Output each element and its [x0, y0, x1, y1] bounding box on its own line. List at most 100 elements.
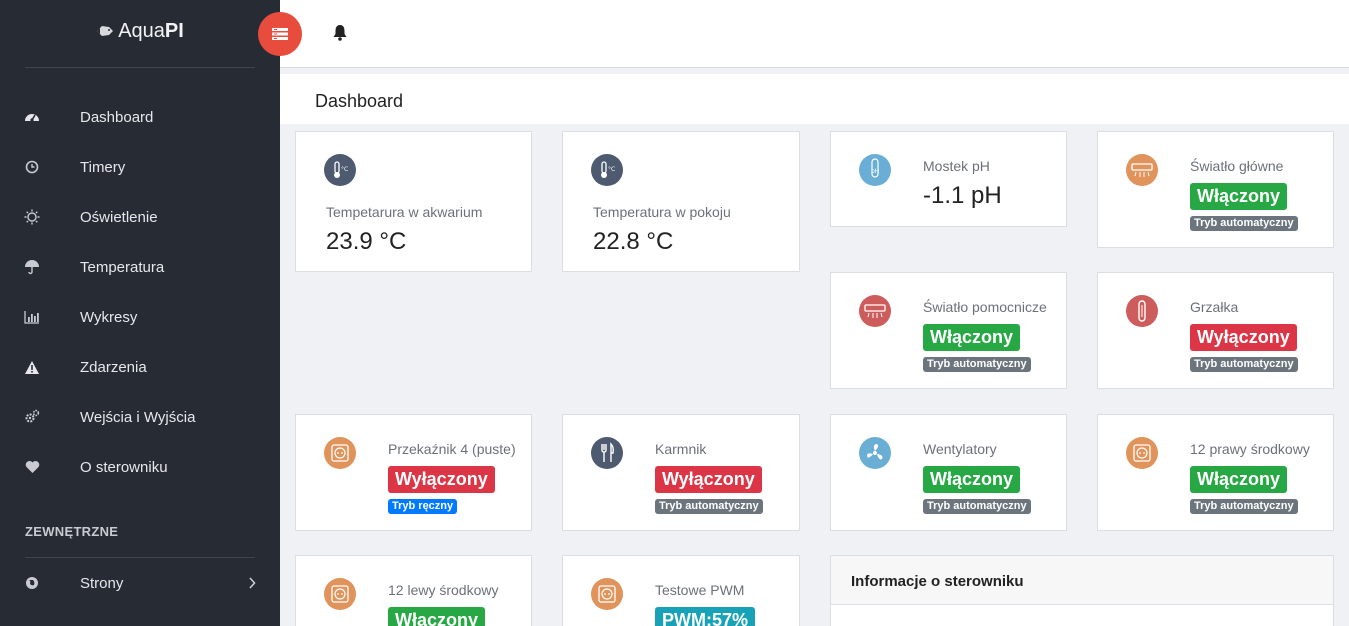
mode-badge: Tryb ręczny — [388, 499, 458, 514]
sidebar-item-dashboard[interactable]: Dashboard — [0, 92, 280, 142]
sidebar-item-oswietlenie[interactable]: Oświetlenie — [0, 192, 280, 242]
section-title-external: ZEWNĘTRZNE — [25, 524, 119, 539]
card-label: Karmnik — [655, 441, 707, 457]
card-label: Temperatura w pokoju — [593, 204, 731, 220]
sidebar-item-wejscia-wyjscia[interactable]: Wejścia i Wyjścia — [0, 392, 280, 442]
sidebar-item-zdarzenia[interactable]: Zdarzenia — [0, 342, 280, 392]
card-label: Światło główne — [1190, 158, 1284, 174]
card-label: Tempetarura w akwarium — [326, 204, 483, 220]
topbar — [258, 0, 1349, 68]
status-badge: PWM:57% — [655, 607, 756, 626]
svg-text:°C: °C — [341, 166, 348, 173]
brand-name: AquaPI — [118, 19, 184, 42]
card-temp-room[interactable]: °C Temperatura w pokoju 22.8 °C — [562, 131, 800, 272]
status-badge: Włączony — [1190, 183, 1288, 210]
sidebar-item-label: Wykresy — [80, 308, 138, 326]
status-badge: Włączony — [923, 466, 1021, 493]
sidebar-item-label: Oświetlenie — [80, 208, 158, 226]
menu-toggle-icon — [272, 28, 288, 40]
card-ph[interactable]: pH Mostek pH -1.1 pH — [830, 131, 1067, 227]
sidebar-item-o-sterowniku[interactable]: O sterowniku — [0, 442, 280, 492]
socket-icon — [1126, 437, 1158, 469]
card-value: -1.1 pH — [923, 182, 1002, 209]
cogs-icon — [24, 409, 40, 425]
socket-icon — [591, 578, 623, 610]
lamp-icon — [859, 295, 891, 327]
svg-text:°C: °C — [608, 166, 615, 173]
mode-badge: Tryb automatyczny — [1190, 357, 1298, 372]
sidebar-item-timery[interactable]: Timery — [0, 142, 280, 192]
card-label: Testowe PWM — [655, 582, 745, 598]
sidebar-nav: Dashboard Timery Oświetlenie Temperatura… — [0, 92, 280, 492]
mode-badge: Tryb automatyczny — [655, 499, 763, 514]
card-label: Grzałka — [1190, 299, 1239, 315]
fish-logo-icon — [97, 26, 114, 36]
status-badge: Włączony — [1190, 466, 1288, 493]
status-badge: Włączony — [923, 324, 1021, 351]
socket-icon — [324, 578, 356, 610]
lamp-icon — [1126, 154, 1158, 186]
card-feeder[interactable]: Karmnik Wyłączony Tryb automatyczny — [562, 414, 800, 531]
clock-icon — [24, 159, 40, 175]
sidebar-item-label: Wejścia i Wyjścia — [80, 408, 196, 426]
sidebar-item-wykresy[interactable]: Wykresy — [0, 292, 280, 342]
heart-icon — [24, 459, 40, 475]
page-header: Dashboard — [280, 74, 1349, 124]
card-temp-aquarium[interactable]: °C Tempetarura w akwarium 23.9 °C — [295, 131, 532, 272]
status-badge: Włączony — [388, 607, 486, 626]
thermometer-icon: °C — [591, 154, 623, 186]
sidebar-item-temperatura[interactable]: Temperatura — [0, 242, 280, 292]
card-right12[interactable]: 12 prawy środkowy Włączony Tryb automaty… — [1097, 414, 1334, 531]
heater-icon — [1126, 295, 1158, 327]
status-badge: Wyłączony — [1190, 324, 1297, 351]
card-label: Światło pomocnicze — [923, 299, 1047, 315]
card-label: 12 prawy środkowy — [1190, 441, 1310, 457]
page-title: Dashboard — [315, 91, 404, 111]
card-label: Wentylatory — [923, 441, 997, 457]
warning-icon — [24, 359, 40, 375]
gauge-icon — [24, 109, 40, 125]
card-label: Przekaźnik 4 (puste) — [388, 441, 516, 457]
sidebar-item-label: O sterowniku — [80, 458, 168, 476]
sidebar-item-strony[interactable]: Strony — [0, 558, 280, 608]
sidebar-item-label: Timery — [80, 158, 126, 176]
card-left12[interactable]: 12 lewy środkowy Włączony — [295, 555, 532, 626]
card-pwm-test[interactable]: Testowe PWM PWM:57% — [562, 555, 800, 626]
mode-badge: Tryb automatyczny — [923, 357, 1031, 372]
ph-probe-icon: pH — [859, 154, 891, 186]
brand-logo[interactable]: AquaPI — [0, 0, 280, 68]
umbrella-icon — [24, 259, 40, 275]
card-value: 22.8 °C — [593, 228, 674, 255]
thermometer-icon: °C — [324, 154, 356, 186]
sidebar: AquaPI Dashboard Timery Oświetlenie Temp… — [0, 0, 280, 626]
mode-badge: Tryb automatyczny — [923, 499, 1031, 514]
status-badge: Wyłączony — [388, 466, 495, 493]
socket-icon — [324, 437, 356, 469]
sidebar-external-nav: Strony — [0, 558, 280, 608]
card-value: 23.9 °C — [326, 228, 407, 255]
bar-chart-icon — [24, 309, 40, 325]
card-label: Mostek pH — [923, 158, 990, 174]
card-aux-light[interactable]: Światło pomocnicze Włączony Tryb automat… — [830, 272, 1067, 389]
controller-info-title: Informacje o sterowniku — [831, 556, 1333, 605]
svg-text:pH: pH — [871, 168, 879, 175]
mode-badge: Tryb automatyczny — [1190, 216, 1298, 231]
sidebar-item-label: Zdarzenia — [80, 358, 147, 376]
cutlery-icon — [591, 437, 623, 469]
globe-icon — [24, 575, 40, 591]
sun-icon — [24, 209, 40, 225]
card-fans[interactable]: Wentylatory Włączony Tryb automatyczny — [830, 414, 1067, 531]
card-heater[interactable]: Grzałka Wyłączony Tryb automatyczny — [1097, 272, 1334, 389]
card-main-light[interactable]: Światło główne Włączony Tryb automatyczn… — [1097, 131, 1334, 248]
status-badge: Wyłączony — [655, 466, 762, 493]
sidebar-item-label: Dashboard — [80, 108, 154, 126]
card-relay4[interactable]: Przekaźnik 4 (puste) Wyłączony Tryb ręcz… — [295, 414, 532, 531]
fan-icon — [859, 437, 891, 469]
sidebar-item-label: Strony — [80, 574, 124, 592]
sidebar-item-label: Temperatura — [80, 258, 165, 276]
mode-badge: Tryb automatyczny — [1190, 499, 1298, 514]
chevron-right-icon — [248, 576, 256, 594]
card-label: 12 lewy środkowy — [388, 582, 499, 598]
notifications-bell-icon[interactable] — [332, 24, 348, 46]
menu-toggle-button[interactable] — [258, 12, 302, 56]
